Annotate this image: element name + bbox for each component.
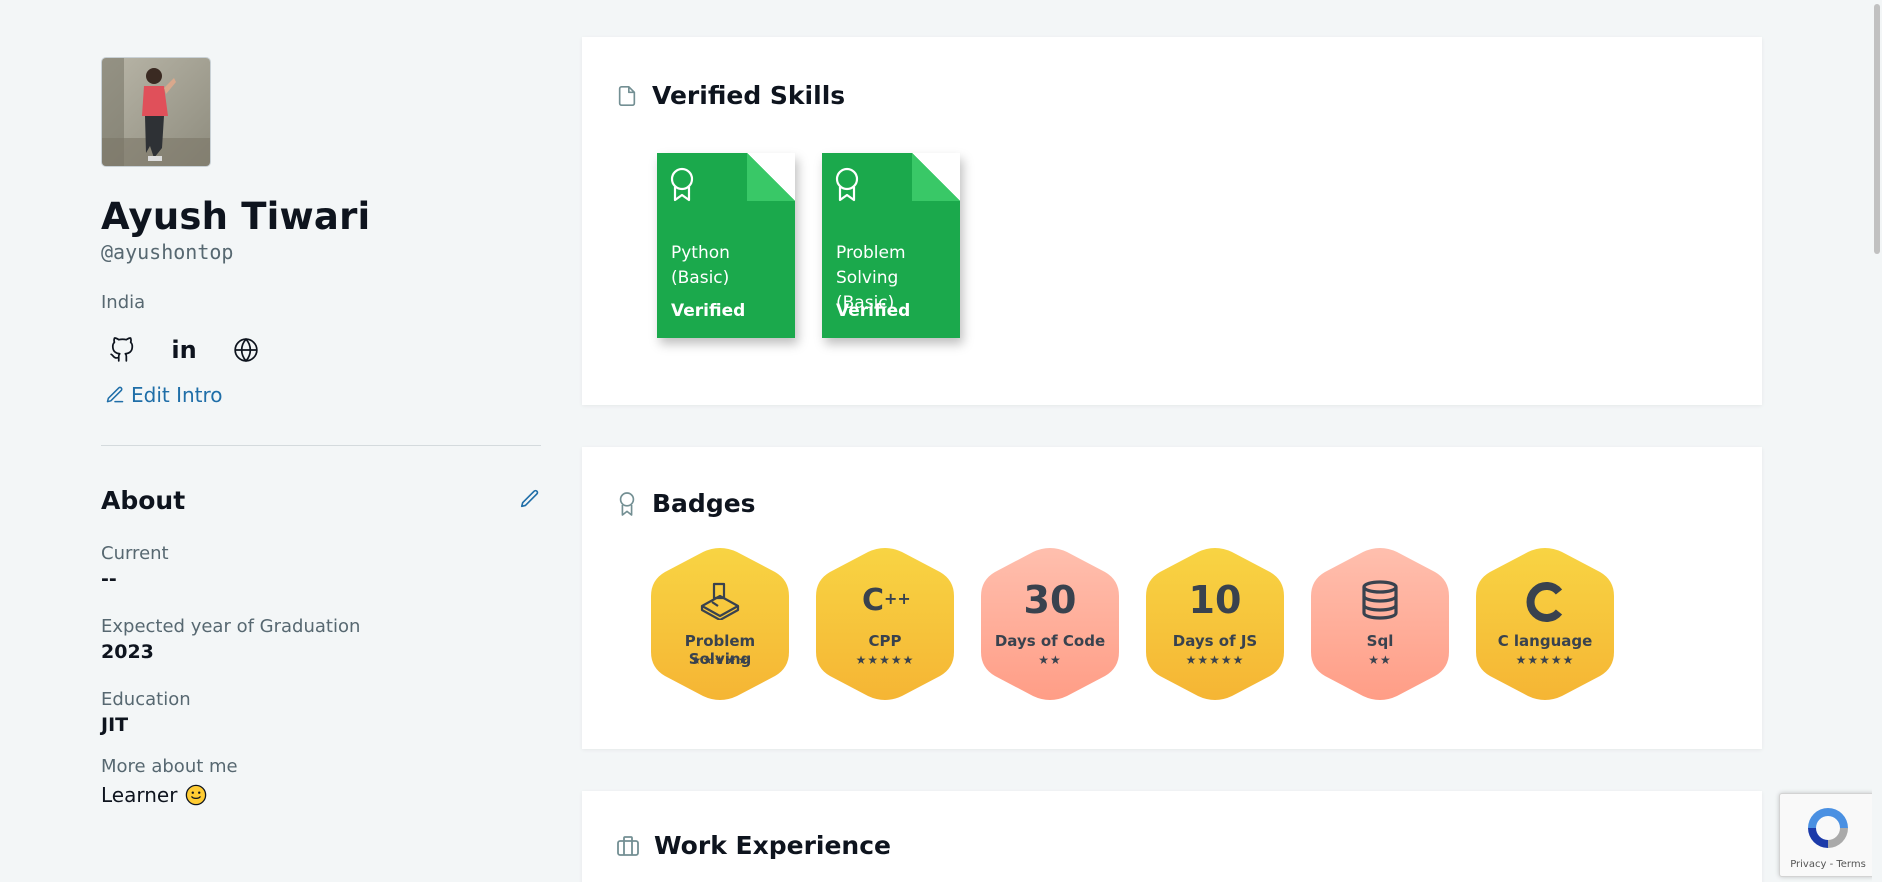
work-experience-header: Work Experience	[616, 831, 891, 860]
badge-stars: ★★★★★	[855, 653, 915, 667]
about-field-graduation: Expected year of Graduation 2023	[101, 616, 541, 663]
social-links: in	[101, 333, 541, 367]
edit-about-icon[interactable]	[519, 488, 541, 514]
field-value: --	[101, 568, 117, 590]
about-field-more: More about me Learner	[101, 756, 541, 807]
divider	[101, 445, 541, 446]
badge-problem-solving[interactable]: Problem Solving ★★★★★	[651, 548, 789, 700]
badge-stars: ★★★★★	[1185, 653, 1245, 667]
svg-text:C: C	[862, 583, 884, 618]
badge-label: C language	[1497, 632, 1593, 650]
about-title: About	[101, 486, 186, 515]
verified-skills-card: Verified Skills Python (Basic) Verified …	[582, 37, 1762, 405]
skill-certificate[interactable]: Python (Basic) Verified	[657, 153, 795, 338]
verified-skills-header: Verified Skills	[616, 81, 845, 110]
ribbon-icon	[835, 167, 859, 202]
badge-c-language[interactable]: C language ★★★★★	[1476, 548, 1614, 700]
hexagon-shape	[651, 548, 789, 700]
page-fold	[747, 153, 795, 201]
badge-cpp[interactable]: C ++ CPP ★★★★★	[816, 548, 954, 700]
field-label: More about me	[101, 756, 238, 777]
page-fold	[912, 153, 960, 201]
badge-ribbon-icon	[619, 491, 635, 516]
field-label: Expected year of Graduation	[101, 616, 361, 637]
briefcase-icon	[617, 835, 639, 856]
badge-days-of-js[interactable]: 10 Days of JS ★★★★★	[1146, 548, 1284, 700]
database-icon	[1311, 580, 1449, 624]
recaptcha-widget[interactable]: Privacy - Terms	[1779, 793, 1875, 877]
github-icon[interactable]	[105, 333, 139, 367]
profile-sidebar: Ayush Tiwari @ayushontop India in Edit I…	[101, 57, 541, 807]
badge-number: 10	[1188, 578, 1242, 622]
c-language-icon	[1476, 580, 1614, 628]
edit-intro-link[interactable]: Edit Intro	[101, 383, 541, 407]
badge-number: 30	[1023, 578, 1077, 622]
badge-stars: ★★	[1368, 653, 1392, 667]
profile-handle: @ayushontop	[101, 240, 234, 264]
problem-solving-icon	[651, 580, 789, 624]
linkedin-icon[interactable]: in	[167, 333, 201, 367]
profile-country: India	[101, 292, 146, 313]
about-header: About	[101, 486, 541, 515]
badges-title: Badges	[652, 489, 756, 518]
about-field-current: Current --	[101, 543, 541, 590]
skill-certificate[interactable]: Problem Solving (Basic) Verified	[822, 153, 960, 338]
hexagon-shape	[1146, 548, 1284, 700]
badge-stars: ★★★★★	[1515, 653, 1575, 667]
profile-name: Ayush Tiwari	[101, 195, 371, 238]
badge-stars: ★★★★★	[690, 653, 750, 667]
work-experience-title: Work Experience	[654, 831, 891, 860]
ribbon-icon	[670, 167, 694, 202]
field-value: JIT	[101, 714, 129, 736]
badge-stars: ★★	[1038, 653, 1062, 667]
cpp-icon: C ++	[816, 580, 954, 624]
work-experience-card: Work Experience	[582, 791, 1762, 882]
skill-status: Verified	[836, 301, 911, 321]
smiley-icon	[186, 784, 207, 806]
badge-sql[interactable]: Sql ★★	[1311, 548, 1449, 700]
scrollbar[interactable]	[1872, 0, 1882, 882]
svg-text:++: ++	[884, 589, 910, 608]
recaptcha-icon	[1808, 808, 1848, 848]
edit-intro-label: Edit Intro	[131, 383, 223, 407]
skill-name: Python (Basic)	[671, 243, 730, 288]
pencil-icon	[106, 386, 124, 403]
globe-icon[interactable]	[229, 333, 263, 367]
document-icon	[618, 85, 636, 106]
more-about-text: Learner	[101, 783, 178, 807]
badge-label: CPP	[868, 632, 902, 650]
skill-status: Verified	[671, 301, 746, 321]
hexagon-shape	[816, 548, 954, 700]
field-label: Education	[101, 689, 191, 710]
about-field-education: Education JIT	[101, 689, 541, 736]
hexagon-shape	[981, 548, 1119, 700]
more-about-value: Learner	[101, 783, 541, 807]
hexagon-shape	[1311, 548, 1449, 700]
scrollbar-thumb[interactable]	[1874, 4, 1880, 254]
recaptcha-terms[interactable]: Privacy - Terms	[1780, 859, 1876, 870]
badge-days-of-code[interactable]: 30 Days of Code ★★	[981, 548, 1119, 700]
badge-label: Days of Code	[994, 632, 1106, 650]
field-value: 2023	[101, 641, 154, 663]
badges-header: Badges	[616, 489, 756, 518]
verified-skills-title: Verified Skills	[652, 81, 846, 110]
avatar[interactable]	[101, 57, 211, 167]
badge-label: Days of JS	[1172, 632, 1258, 650]
field-label: Current	[101, 543, 169, 564]
badge-label: Sql	[1366, 632, 1394, 650]
